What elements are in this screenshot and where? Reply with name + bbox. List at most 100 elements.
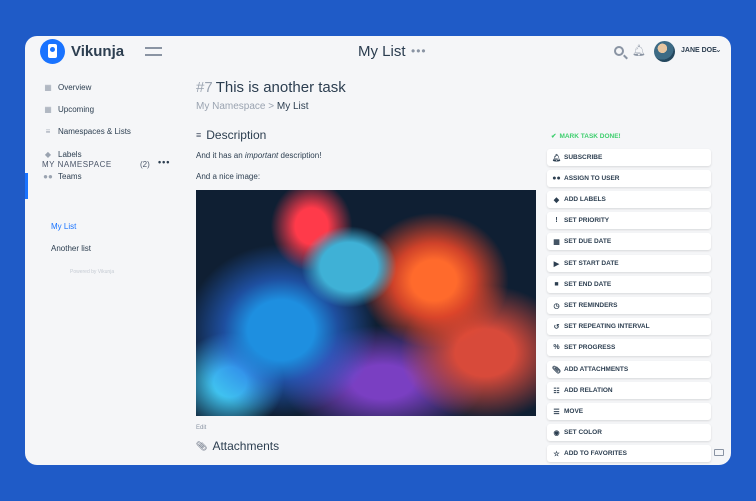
exclamation-icon: ! [555, 217, 558, 224]
paperclip-icon: 📎︎ [552, 366, 561, 374]
app-logo[interactable]: Vikunja [40, 39, 124, 64]
task-number: #7 [196, 79, 213, 96]
task-title[interactable]: This is another task [216, 79, 346, 96]
mark-done-button[interactable]: ✔ MARK TASK DONE! [551, 132, 621, 141]
calendar-icon: ▦ [44, 104, 52, 114]
button-label: SET REMINDERS [564, 302, 618, 309]
breadcrumb-list[interactable]: My List [277, 101, 309, 112]
add-attachments-button[interactable]: 📎︎ ADD ATTACHMENTS [547, 361, 711, 378]
button-label: SET PROGRESS [564, 344, 616, 351]
add-to-favorites-button[interactable]: ☆ ADD TO FAVORITES [547, 445, 711, 462]
namespace-menu-button[interactable]: ••• [158, 157, 170, 167]
button-label: SET REPEATING INTERVAL [564, 323, 650, 330]
description-image [196, 190, 536, 416]
sidebar-item-overview[interactable]: ▦ Overview [43, 80, 91, 94]
sidebar-item-label: Namespaces & Lists [58, 126, 131, 136]
button-label: ADD ATTACHMENTS [564, 366, 629, 373]
sidebar-item-upcoming[interactable]: ▦ Upcoming [43, 102, 94, 116]
description-text[interactable]: And it has an important description! [196, 151, 321, 160]
stop-icon: ■ [554, 281, 559, 288]
sidebar-item-label: Teams [58, 171, 82, 181]
vikunja-logo-icon [40, 39, 65, 64]
set-color-button[interactable]: ◉ SET COLOR [547, 424, 711, 441]
task-heading: #7 This is another task [196, 79, 346, 96]
namespace-title[interactable]: MY NAMESPACE [42, 160, 112, 169]
set-reminders-button[interactable]: ◷ SET REMINDERS [547, 297, 711, 314]
mark-done-label: MARK TASK DONE! [559, 132, 621, 140]
button-label: ADD TO FAVORITES [564, 450, 627, 457]
button-label: SET COLOR [564, 429, 602, 436]
edit-description-link[interactable]: Edit [196, 425, 206, 431]
active-list-indicator [25, 173, 28, 199]
fill-drip-icon: ◉ [553, 429, 560, 437]
button-label: SET DUE DATE [564, 238, 612, 245]
top-navbar: Vikunja My List ••• 🔔︎ JANE DOE ⌄ [25, 36, 731, 68]
app-window: Vikunja My List ••• 🔔︎ JANE DOE ⌄ ▦ Over… [25, 36, 731, 465]
breadcrumb-separator: > [268, 101, 275, 112]
bell-icon: 🔔︎ [552, 154, 561, 162]
menu-toggle-icon[interactable] [145, 47, 162, 56]
chevron-down-icon[interactable]: ⌄ [715, 45, 722, 54]
sidebar-item-teams[interactable]: ●● Teams [43, 169, 82, 183]
search-icon[interactable] [614, 46, 624, 56]
description-emphasis: important [244, 151, 279, 160]
paperclip-icon: 📎︎ [196, 440, 208, 451]
tags-icon: ◆ [44, 149, 52, 159]
sidebar-item-namespaces[interactable]: ≡ Namespaces & Lists [43, 124, 131, 138]
button-label: ADD LABELS [564, 196, 606, 203]
button-label: SUBSCRIBE [564, 154, 603, 161]
check-double-icon: ✔ [551, 133, 557, 140]
set-start-date-button[interactable]: ▶ SET START DATE [547, 255, 711, 272]
set-end-date-button[interactable]: ■ SET END DATE [547, 276, 711, 293]
keyboard-shortcuts-icon[interactable] [714, 449, 724, 456]
move-button[interactable]: ☰ MOVE [547, 403, 711, 420]
play-icon: ▶ [553, 260, 560, 268]
subscribe-button[interactable]: 🔔︎ SUBSCRIBE [547, 149, 711, 166]
button-label: ASSIGN TO USER [564, 175, 620, 182]
description-text-2: And a nice image: [196, 172, 261, 181]
description-text-part: And it has an [196, 151, 245, 160]
avatar[interactable] [654, 41, 675, 62]
users-icon: ●● [43, 171, 53, 181]
add-relation-button[interactable]: ☷ ADD RELATION [547, 382, 711, 399]
button-label: MOVE [564, 408, 584, 415]
description-heading: ≡ Description [196, 128, 266, 142]
star-icon: ☆ [553, 450, 560, 458]
list-icon: ☰ [553, 408, 560, 416]
sitemap-icon: ☷ [553, 387, 560, 395]
powered-by-link[interactable]: Powered by Vikunja [70, 269, 114, 275]
sidebar-list-another-list[interactable]: Another list [51, 244, 91, 253]
user-name[interactable]: JANE DOE [681, 47, 717, 54]
sidebar-item-label: Labels [58, 149, 82, 159]
calendar-icon: ▦ [553, 238, 560, 246]
description-text-part: description! [278, 151, 322, 160]
list-menu-button[interactable]: ••• [411, 44, 427, 58]
clock-icon: ◷ [553, 302, 560, 310]
attachments-heading-label: Attachments [212, 439, 280, 453]
sidebar-item-label: Upcoming [58, 104, 95, 114]
users-icon: ●● [552, 175, 561, 182]
page-title: My List [358, 43, 406, 60]
set-progress-button[interactable]: % SET PROGRESS [547, 339, 711, 356]
breadcrumb-namespace[interactable]: My Namespace [196, 101, 265, 112]
assign-to-user-button[interactable]: ●● ASSIGN TO USER [547, 170, 711, 187]
attachments-heading: 📎︎ Attachments [196, 439, 279, 453]
button-label: SET END DATE [564, 281, 612, 288]
tags-icon: ◆ [553, 196, 560, 204]
set-priority-button[interactable]: ! SET PRIORITY [547, 212, 711, 229]
button-label: ADD RELATION [564, 387, 613, 394]
app-name: Vikunja [71, 43, 125, 60]
align-left-icon: ≡ [196, 130, 202, 140]
history-icon: ↺ [553, 323, 560, 331]
add-labels-button[interactable]: ◆ ADD LABELS [547, 191, 711, 208]
set-due-date-button[interactable]: ▦ SET DUE DATE [547, 233, 711, 250]
button-label: SET PRIORITY [564, 217, 610, 224]
sidebar-item-labels[interactable]: ◆ Labels [43, 147, 82, 161]
layers-icon: ≡ [45, 126, 51, 136]
notifications-icon[interactable]: 🔔︎ [632, 44, 646, 57]
description-heading-label: Description [206, 128, 267, 142]
set-repeating-interval-button[interactable]: ↺ SET REPEATING INTERVAL [547, 318, 711, 335]
sidebar-list-my-list[interactable]: My List [51, 222, 76, 231]
button-label: SET START DATE [564, 260, 619, 267]
percent-icon: % [553, 344, 560, 351]
